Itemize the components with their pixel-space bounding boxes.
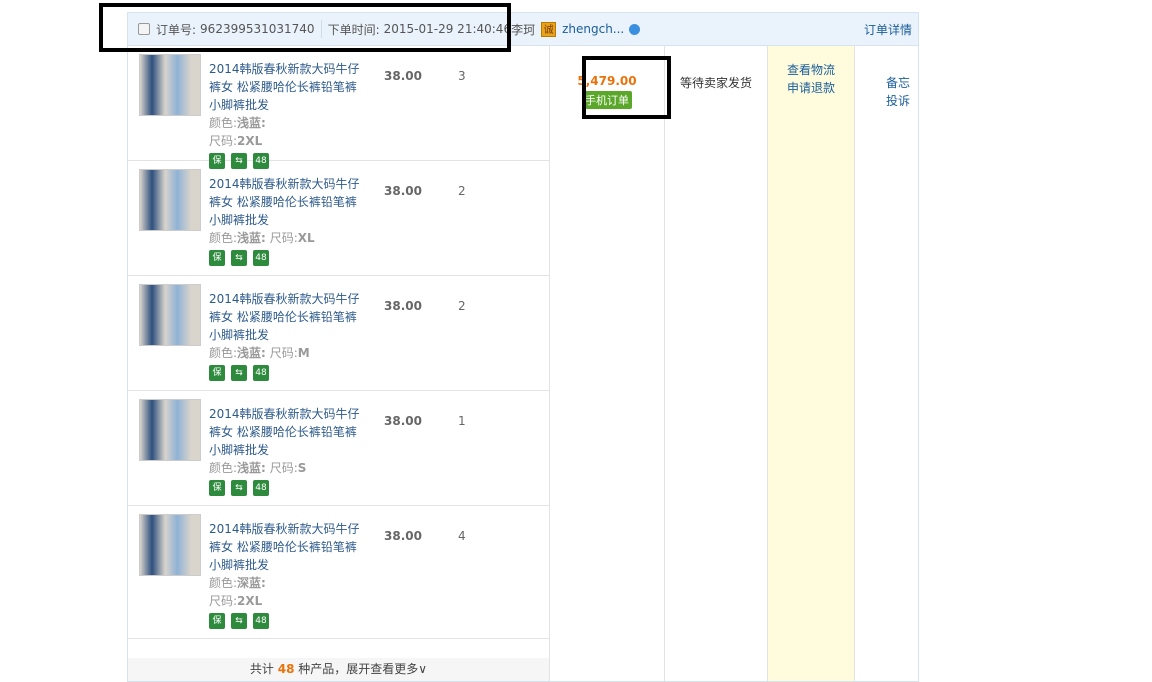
- product-row: 2014韩版春秋新款大码牛仔裤女 松紧腰哈伦长裤铅笔裤小脚裤批发 颜色:深蓝: 尺…: [128, 506, 549, 639]
- color-label: 颜色:: [209, 231, 238, 245]
- product-thumbnail[interactable]: [139, 514, 201, 576]
- 48h-ship-icon[interactable]: 48: [253, 480, 269, 496]
- product-sku: 颜色:浅蓝: 尺码:XL: [209, 229, 364, 247]
- product-title-link[interactable]: 2014韩版春秋新款大码牛仔裤女 松紧腰哈伦长裤铅笔裤小脚裤批发: [209, 292, 360, 342]
- size-value: S: [297, 461, 307, 475]
- product-sku: 颜色:深蓝: 尺码:2XL: [209, 574, 364, 610]
- exchange-icon[interactable]: ⇆: [231, 480, 247, 496]
- 48h-ship-icon[interactable]: 48: [253, 613, 269, 629]
- footer-suffix: 种产品，展开查看更多∨: [298, 662, 428, 676]
- 48h-ship-icon[interactable]: 48: [253, 365, 269, 381]
- product-title-link[interactable]: 2014韩版春秋新款大码牛仔裤女 松紧腰哈伦长裤铅笔裤小脚裤批发: [209, 407, 360, 457]
- service-badges: 保 ⇆ 48: [209, 480, 364, 496]
- order-card: 订单号: 962399531031740 下单时间: 2015-01-29 21…: [127, 12, 919, 682]
- quantity: 4: [458, 529, 466, 543]
- size-label: 尺码:: [209, 594, 238, 608]
- service-badges: 保 ⇆ 48: [209, 250, 364, 266]
- size-label: 尺码:: [269, 346, 298, 360]
- size-value: XL: [297, 231, 315, 245]
- product-thumbnail[interactable]: [139, 54, 201, 116]
- product-thumbnail[interactable]: [139, 399, 201, 461]
- product-sku: 颜色:浅蓝: 尺码:M: [209, 344, 364, 362]
- guarantee-icon[interactable]: 保: [209, 250, 225, 266]
- wangwang-chat-icon[interactable]: [629, 23, 641, 35]
- 48h-ship-icon[interactable]: 48: [253, 250, 269, 266]
- color-label: 颜色:: [209, 116, 238, 130]
- size-label: 尺码:: [269, 231, 298, 245]
- product-row: 2014韩版春秋新款大码牛仔裤女 松紧腰哈伦长裤铅笔裤小脚裤批发 颜色:浅蓝: 尺…: [128, 46, 549, 169]
- highlight-box-header: [99, 3, 511, 52]
- size-label: 尺码:: [209, 134, 238, 148]
- extra-column: 备忘 投诉: [854, 46, 918, 681]
- color-value: 浅蓝:: [237, 346, 266, 360]
- product-list: 2014韩版春秋新款大码牛仔裤女 松紧腰哈伦长裤铅笔裤小脚裤批发 颜色:浅蓝: 尺…: [128, 46, 549, 639]
- view-logistics-link[interactable]: 查看物流: [768, 61, 854, 79]
- quantity: 2: [458, 299, 466, 313]
- exchange-icon[interactable]: ⇆: [231, 250, 247, 266]
- status-column: 等待卖家发货: [664, 46, 767, 681]
- size-value: 2XL: [237, 134, 263, 148]
- service-badges: 保 ⇆ 48: [209, 613, 364, 629]
- request-refund-link[interactable]: 申请退款: [768, 79, 854, 97]
- product-thumbnail[interactable]: [139, 284, 201, 346]
- quantity: 2: [458, 184, 466, 198]
- size-value: 2XL: [237, 594, 263, 608]
- unit-price: 38.00: [384, 184, 422, 198]
- color-label: 颜色:: [209, 346, 238, 360]
- product-title-link[interactable]: 2014韩版春秋新款大码牛仔裤女 松紧腰哈伦长裤铅笔裤小脚裤批发: [209, 522, 360, 572]
- guarantee-icon[interactable]: 保: [209, 480, 225, 496]
- product-row: 2014韩版春秋新款大码牛仔裤女 松紧腰哈伦长裤铅笔裤小脚裤批发 颜色:浅蓝: …: [128, 161, 549, 276]
- color-label: 颜色:: [209, 576, 238, 590]
- product-title-link[interactable]: 2014韩版春秋新款大码牛仔裤女 松紧腰哈伦长裤铅笔裤小脚裤批发: [209, 62, 360, 112]
- product-thumbnail[interactable]: [139, 169, 201, 231]
- product-row: 2014韩版春秋新款大码牛仔裤女 松紧腰哈伦长裤铅笔裤小脚裤批发 颜色:浅蓝: …: [128, 276, 549, 391]
- color-value: 深蓝:: [237, 576, 266, 590]
- size-value: M: [297, 346, 310, 360]
- cheng-badge-icon: 诚: [541, 21, 557, 37]
- total-column: 5,479.00 手机订单: [549, 46, 664, 681]
- service-badges: 保 ⇆ 48: [209, 365, 364, 381]
- product-sku: 颜色:浅蓝: 尺码:2XL: [209, 114, 364, 150]
- unit-price: 38.00: [384, 529, 422, 543]
- order-detail-link[interactable]: 订单详情: [864, 21, 912, 38]
- color-label: 颜色:: [209, 461, 238, 475]
- seller-name[interactable]: zhengch...: [562, 22, 624, 36]
- actions-column: 查看物流 申请退款: [767, 46, 854, 681]
- exchange-icon[interactable]: ⇆: [231, 365, 247, 381]
- guarantee-icon[interactable]: 保: [209, 365, 225, 381]
- unit-price: 38.00: [384, 299, 422, 313]
- highlight-box-total: [582, 56, 671, 119]
- product-title-link[interactable]: 2014韩版春秋新款大码牛仔裤女 松紧腰哈伦长裤铅笔裤小脚裤批发: [209, 177, 360, 227]
- unit-price: 38.00: [384, 414, 422, 428]
- buyer-name[interactable]: 李珂: [511, 21, 535, 38]
- color-value: 浅蓝:: [237, 231, 266, 245]
- unit-price: 38.00: [384, 69, 422, 83]
- product-count: 48: [277, 662, 295, 676]
- exchange-icon[interactable]: ⇆: [231, 613, 247, 629]
- product-sku: 颜色:浅蓝: 尺码:S: [209, 459, 364, 477]
- quantity: 1: [458, 414, 466, 428]
- product-row: 2014韩版春秋新款大码牛仔裤女 松紧腰哈伦长裤铅笔裤小脚裤批发 颜色:浅蓝: …: [128, 391, 549, 506]
- memo-link[interactable]: 备忘: [855, 74, 910, 92]
- complaint-link[interactable]: 投诉: [855, 92, 910, 110]
- order-status: 等待卖家发货: [679, 76, 752, 90]
- color-value: 浅蓝:: [237, 116, 266, 130]
- footer-prefix: 共计: [249, 662, 274, 676]
- guarantee-icon[interactable]: 保: [209, 613, 225, 629]
- color-value: 浅蓝:: [237, 461, 266, 475]
- size-label: 尺码:: [269, 461, 298, 475]
- quantity: 3: [458, 69, 466, 83]
- expand-more-link[interactable]: 共计 48 种产品，展开查看更多∨: [128, 658, 549, 681]
